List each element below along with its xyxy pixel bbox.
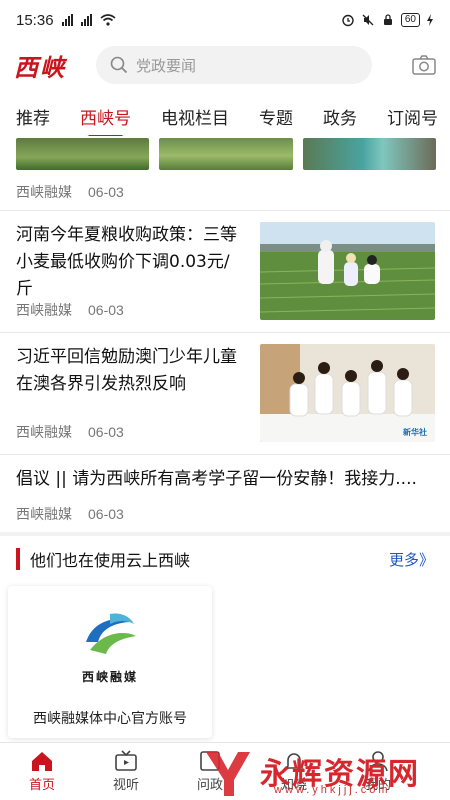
section-accent-bar (16, 548, 20, 570)
news-title[interactable]: 河南今年夏粮收购政策：三等 小麦最低收购价下调0.03元/ 斤 (16, 222, 252, 303)
news-thumbnail-children[interactable]: 新华社 (260, 344, 435, 442)
watermark: 永辉资源网 www.yhkjjj.com (200, 742, 450, 800)
news-thumbnail-wheat-field[interactable] (260, 222, 435, 320)
news-title-line: 斤 (16, 279, 33, 299)
signal-icon-2 (80, 14, 92, 26)
divider (0, 454, 450, 455)
app-logo: 西峡 (14, 52, 66, 82)
search-input[interactable]: 党政要闻 (96, 46, 372, 84)
xixia-media-logo-icon (86, 613, 136, 654)
news-title-line: 习近平回信勉励澳门少年儿童 (16, 347, 237, 367)
nav-label: 首页 (28, 778, 55, 793)
partial-item-images[interactable] (16, 138, 436, 170)
tab-recommend[interactable]: 推荐 (16, 104, 50, 129)
search-icon (110, 56, 128, 74)
alarm-icon (342, 14, 354, 27)
news-date: 06-03 (88, 302, 124, 318)
news-title-line: 小麦最低收购价下调0.03元/ (16, 252, 230, 272)
account-card[interactable]: 西峡融媒 西峡融媒体中心官方账号 (8, 586, 212, 738)
news-source: 西峡融媒 (16, 303, 72, 319)
news-date: 06-03 (88, 184, 124, 200)
news-date: 06-03 (88, 506, 124, 522)
news-meta: 西峡融媒 06-03 (16, 422, 124, 442)
home-icon (32, 752, 52, 771)
news-source: 西峡融媒 (16, 185, 72, 201)
status-time: 15:36 (16, 11, 54, 29)
section-title: 他们也在使用云上西峡 (30, 551, 191, 570)
lock-icon (383, 14, 392, 25)
watermark-logo-icon (206, 752, 250, 796)
search-placeholder: 党政要闻 (136, 56, 197, 75)
news-title[interactable]: 倡议 || 请为西峡所有高考学子留一份安静！我接力.... (16, 466, 436, 493)
section-header: 他们也在使用云上西峡 更多》 (0, 536, 450, 582)
tab-government[interactable]: 政务 (323, 104, 357, 129)
news-meta: 西峡融媒 06-03 (16, 300, 124, 320)
nav-video[interactable]: 视听 (84, 743, 168, 800)
tab-subscriptions[interactable]: 订阅号 (387, 104, 438, 129)
news-title[interactable]: 习近平回信勉励澳门少年儿童 在澳各界引发热烈反响 (16, 344, 252, 398)
landscape-image (302, 138, 436, 170)
tab-xixia-hao[interactable]: 西峡号 (80, 104, 131, 136)
news-date: 06-03 (88, 424, 124, 440)
tv-icon (115, 750, 137, 771)
news-source: 西峡融媒 (16, 507, 72, 523)
signal-icon (61, 14, 73, 26)
divider (0, 332, 450, 333)
battery-icon: 60 (400, 13, 420, 27)
news-meta: 西峡融媒 06-03 (16, 504, 124, 524)
account-name: 西峡融媒体中心官方账号 (33, 711, 187, 727)
nav-home[interactable]: 首页 (0, 743, 84, 800)
news-meta: 西峡融媒 06-03 (16, 182, 124, 202)
watermark-url: www.yhkjjj.com (274, 784, 391, 796)
news-title-line: 倡议 || 请为西峡所有高考学子留一份安静！我接力.... (16, 469, 417, 489)
divider (0, 210, 450, 211)
status-bar: 15:36 60 (0, 0, 450, 40)
news-source: 西峡融媒 (16, 425, 72, 441)
news-title-line: 在澳各界引发热烈反响 (16, 374, 186, 394)
landscape-image (16, 138, 150, 170)
mute-icon (362, 14, 374, 26)
charging-icon (427, 14, 433, 26)
landscape-image (159, 138, 293, 170)
tab-topics[interactable]: 专题 (259, 104, 293, 129)
channel-tabs: 推荐 西峡号 电视栏目 专题 政务 订阅号 (0, 96, 450, 136)
nav-label: 视听 (112, 778, 139, 793)
tab-tv-programs[interactable]: 电视栏目 (161, 104, 229, 129)
app-header: 西峡 党政要闻 (0, 40, 450, 90)
account-logo-text: 西峡融媒 (81, 670, 138, 684)
news-title-line: 河南今年夏粮收购政策：三等 (16, 225, 237, 245)
wifi-icon (100, 14, 116, 26)
more-link[interactable]: 更多》 (389, 549, 434, 570)
camera-icon[interactable] (412, 54, 436, 76)
news-image-watermark: 新华社 (403, 428, 427, 437)
